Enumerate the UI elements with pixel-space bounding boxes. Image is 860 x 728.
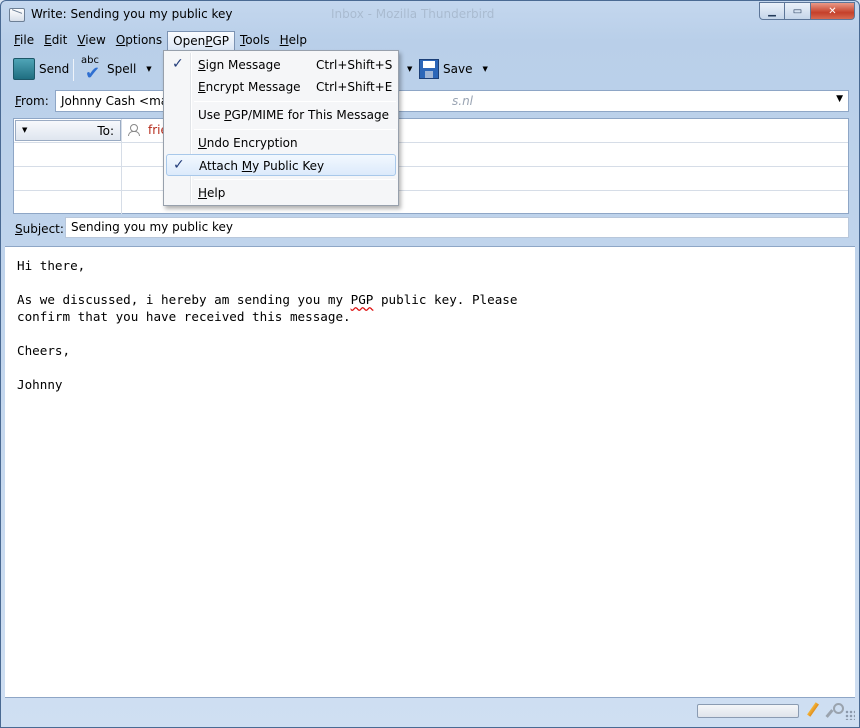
- menu-item-encrypt-message[interactable]: Encrypt Message Ctrl+Shift+E: [166, 76, 396, 98]
- save-icon: [419, 59, 439, 79]
- close-button[interactable]: ✕: [811, 2, 855, 20]
- send-icon: [13, 58, 35, 80]
- menu-openpgp[interactable]: OpenPGP: [167, 31, 235, 50]
- send-button[interactable]: Send: [13, 55, 69, 83]
- menu-edit[interactable]: Edit: [39, 31, 72, 50]
- attach-dropdown[interactable]: ▼: [401, 55, 412, 83]
- toolbar-separator: [73, 59, 74, 81]
- from-value-tail: s.nl: [452, 94, 474, 108]
- recipient-type-select[interactable]: ▼ To:: [15, 120, 121, 141]
- minimize-button[interactable]: ▁: [759, 2, 785, 20]
- resize-grip-icon[interactable]: [845, 710, 855, 720]
- spell-label: Spell: [107, 62, 137, 76]
- shortcut-label: Ctrl+Shift+S: [316, 58, 393, 72]
- spell-button[interactable]: abc Spell ▼: [81, 55, 152, 84]
- menu-separator: [194, 129, 396, 130]
- send-label: Send: [39, 62, 70, 76]
- menu-separator: [194, 179, 396, 180]
- save-dropdown-arrow-icon[interactable]: ▼: [482, 65, 487, 73]
- contact-icon: [128, 124, 140, 136]
- maximize-button[interactable]: ▭: [785, 2, 811, 20]
- body-line: Cheers,: [17, 343, 71, 358]
- message-body-editor[interactable]: Hi there, As we discussed, i hereby am s…: [5, 246, 855, 698]
- chevron-down-icon: ▼: [22, 126, 28, 134]
- chevron-down-icon[interactable]: ▼: [836, 94, 843, 104]
- status-bar: [5, 700, 855, 724]
- body-line: Johnny: [17, 377, 63, 392]
- menu-item-sign-message[interactable]: ✓ Sign Message Ctrl+Shift+S: [166, 54, 396, 76]
- signing-pencil-icon[interactable]: [805, 702, 821, 718]
- body-line: confirm that you have received this mess…: [17, 309, 351, 324]
- checkmark-icon: ✓: [172, 56, 184, 72]
- from-value: Johnny Cash <mail: [61, 94, 175, 108]
- save-label: Save: [443, 62, 473, 76]
- save-button[interactable]: Save ▼: [419, 55, 488, 83]
- recipient-row[interactable]: [14, 143, 848, 167]
- window-controls: ▁ ▭ ✕: [759, 2, 855, 20]
- checkmark-icon: ✓: [173, 157, 185, 173]
- recipient-row[interactable]: [14, 167, 848, 191]
- menu-options[interactable]: Options: [111, 31, 167, 50]
- misspelled-word[interactable]: PGP: [351, 292, 374, 307]
- to-label: To:: [97, 124, 114, 138]
- subject-label: Subject:: [15, 222, 64, 236]
- menu-item-use-pgp-mime[interactable]: Use PGP/MIME for This Message: [166, 104, 396, 126]
- openpgp-menu: ✓ Sign Message Ctrl+Shift+S Encrypt Mess…: [163, 50, 399, 206]
- title-bar: Write: Sending you my public key Inbox -…: [1, 1, 859, 29]
- window-title-ghost: Inbox - Mozilla Thunderbird: [331, 7, 495, 21]
- subject-input[interactable]: Sending you my public key: [65, 217, 849, 238]
- menu-file[interactable]: File: [9, 31, 39, 50]
- menu-separator: [194, 101, 396, 102]
- body-line: As we discussed, i hereby am sending you…: [17, 292, 518, 307]
- menu-bar: File Edit View Options OpenPGP Tools Hel…: [9, 31, 312, 51]
- compose-toolbar: Send abc Spell ▼ ▼ Save ▼: [9, 53, 853, 85]
- mail-app-icon: [9, 8, 25, 22]
- from-label: From:: [15, 94, 49, 108]
- recipient-row[interactable]: [14, 191, 848, 215]
- compose-window: Write: Sending you my public key Inbox -…: [0, 0, 860, 728]
- menu-item-attach-public-key[interactable]: ✓ Attach My Public Key: [166, 154, 396, 176]
- attach-dropdown-arrow-icon[interactable]: ▼: [407, 65, 412, 73]
- spellcheck-icon: abc: [81, 55, 103, 84]
- progress-bar: [697, 704, 799, 718]
- window-title: Write: Sending you my public key: [31, 7, 233, 21]
- menu-help[interactable]: Help: [275, 31, 312, 50]
- menu-item-undo-encryption[interactable]: Undo Encryption: [166, 132, 396, 154]
- shortcut-label: Ctrl+Shift+E: [316, 80, 393, 94]
- menu-view[interactable]: View: [72, 31, 110, 50]
- body-line: Hi there,: [17, 258, 86, 273]
- recipient-list: ▼ To: frie: [13, 118, 849, 214]
- menu-item-help[interactable]: Help: [166, 182, 396, 204]
- spell-dropdown-arrow-icon[interactable]: ▼: [146, 65, 151, 73]
- menu-tools[interactable]: Tools: [235, 31, 275, 50]
- recipient-row: ▼ To: frie: [14, 119, 848, 143]
- encryption-key-icon[interactable]: [825, 702, 844, 718]
